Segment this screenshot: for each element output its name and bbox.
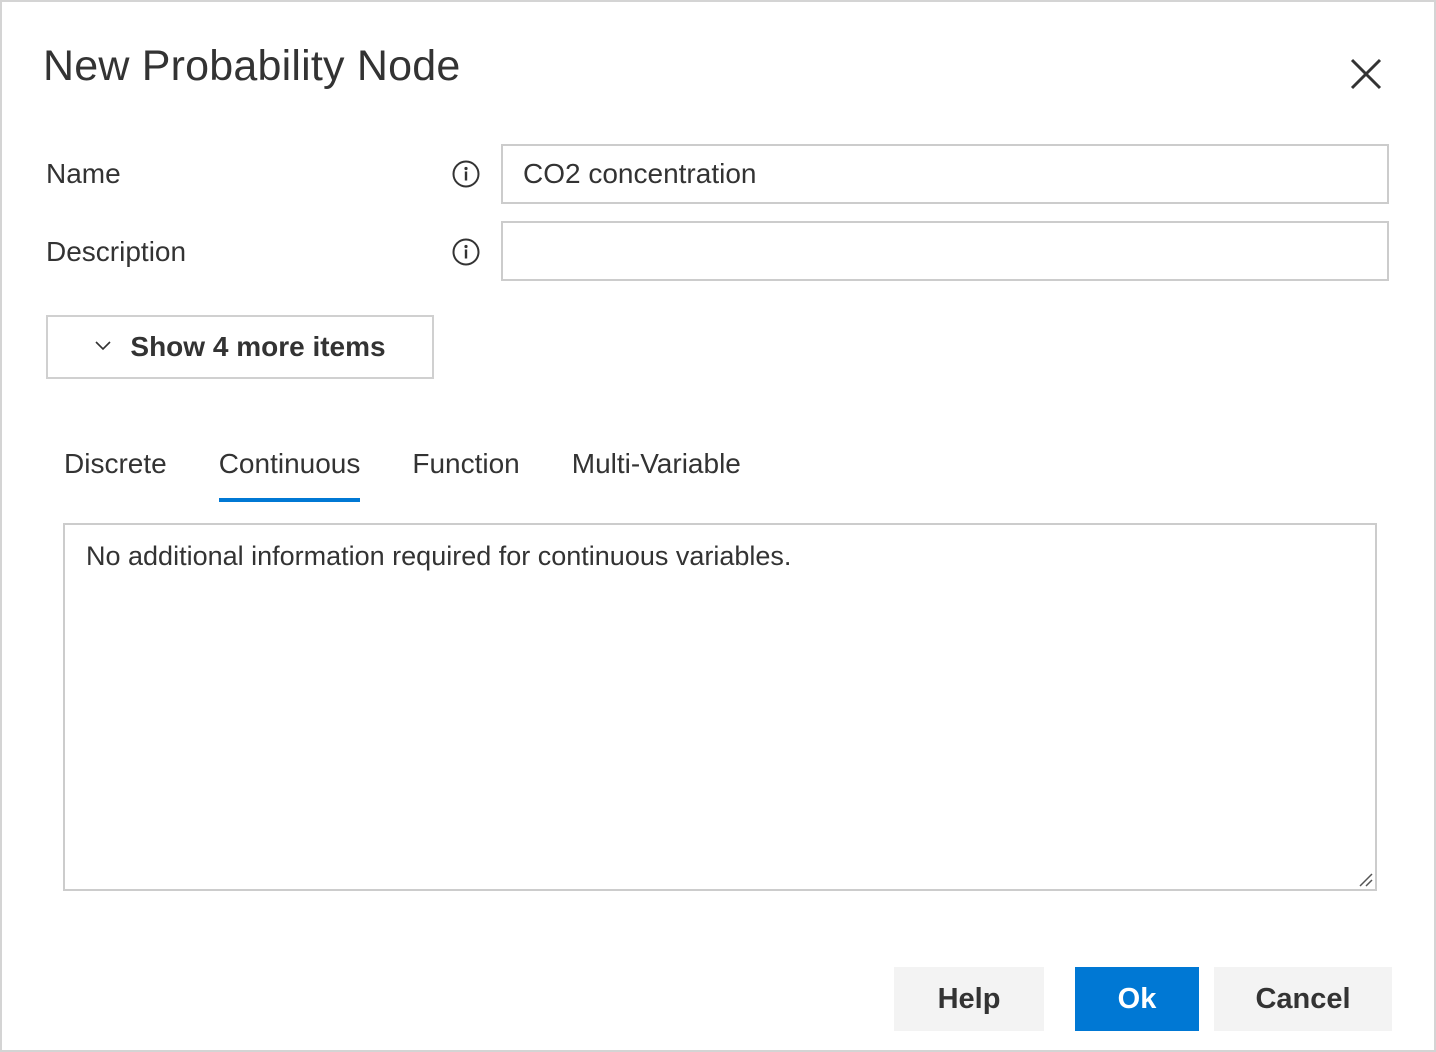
name-label: Name (46, 158, 121, 189)
description-label: Description (46, 236, 187, 267)
close-button[interactable] (1342, 50, 1390, 98)
tab-discrete[interactable]: Discrete (64, 448, 167, 502)
help-button[interactable]: Help (894, 967, 1044, 1031)
info-icon (452, 238, 480, 266)
close-icon (1350, 58, 1382, 90)
cancel-button[interactable]: Cancel (1214, 967, 1392, 1031)
chevron-down-icon (95, 341, 111, 351)
resize-grip-icon[interactable] (1357, 871, 1373, 887)
show-more-items-label: Show 4 more items (130, 331, 386, 362)
show-more-items-button[interactable]: Show 4 more items (46, 315, 434, 379)
tab-continuous[interactable]: Continuous (218, 448, 360, 502)
tab-content-panel: No additional information required for c… (63, 523, 1377, 891)
name-input[interactable] (501, 144, 1389, 204)
node-type-tabs: Discrete Continuous Function Multi-Varia… (64, 448, 793, 502)
new-probability-node-dialog: New Probability Node Name Description Sh… (0, 0, 1436, 1052)
ok-button[interactable]: Ok (1075, 967, 1199, 1031)
tab-multi-variable[interactable]: Multi-Variable (572, 448, 741, 502)
name-info-button[interactable] (452, 160, 480, 188)
tab-function[interactable]: Function (412, 448, 519, 502)
description-input[interactable] (501, 221, 1389, 281)
panel-message: No additional information required for c… (86, 541, 792, 571)
dialog-title: New Probability Node (43, 42, 461, 90)
description-info-button[interactable] (452, 238, 480, 266)
info-icon (452, 160, 480, 188)
